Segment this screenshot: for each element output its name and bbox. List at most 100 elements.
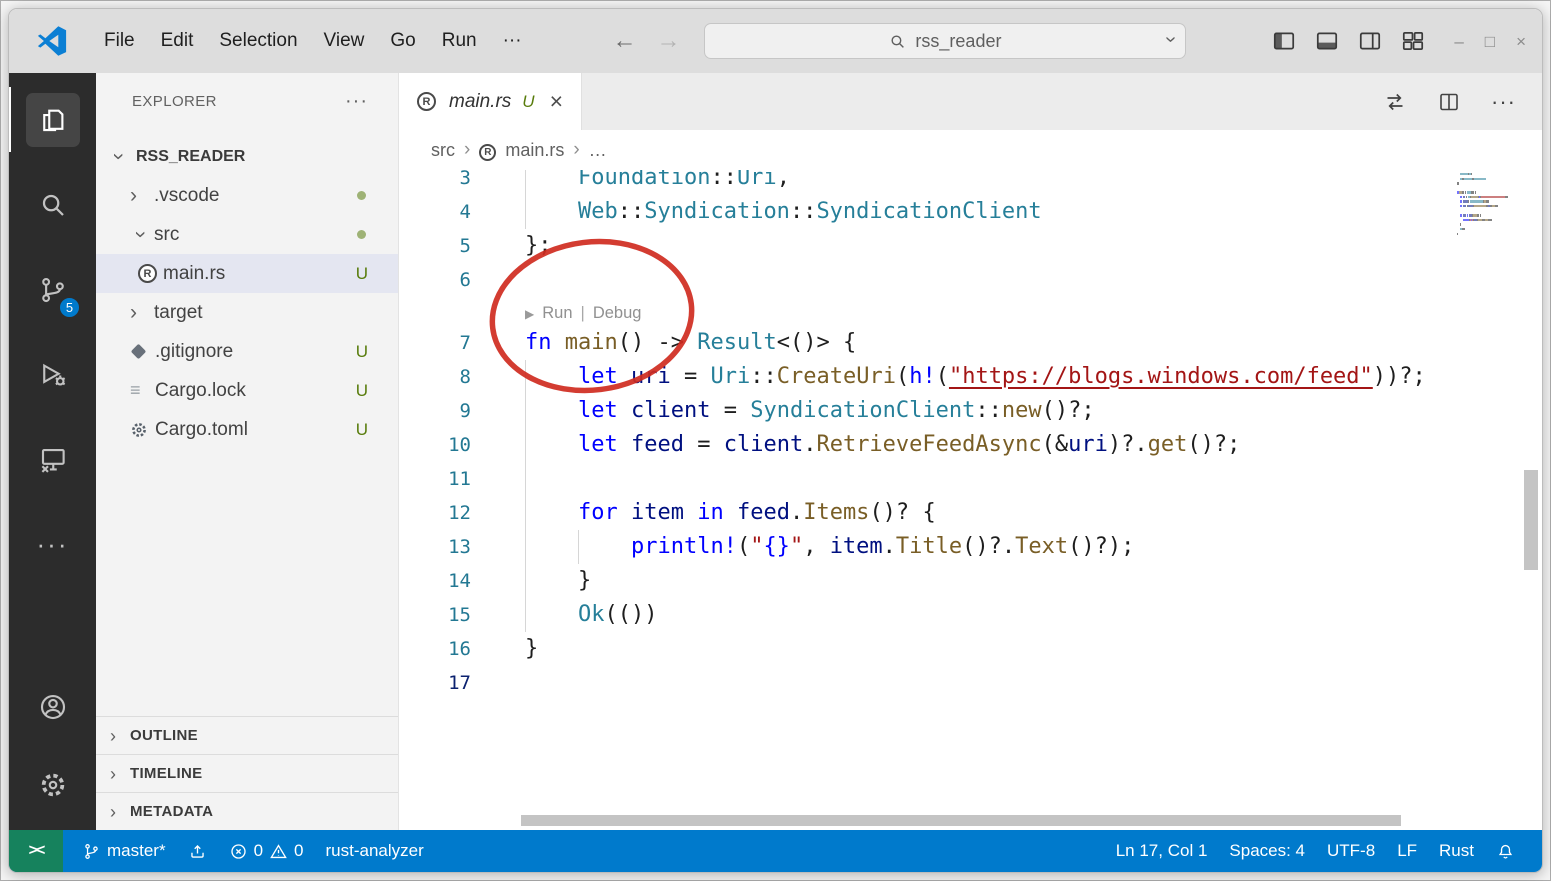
menu-run[interactable]: Run [429,24,490,58]
code-line-12[interactable]: 12 for item in feed.Items()? { [399,496,1542,530]
line-number[interactable]: 9 [399,394,471,428]
nav-back-icon[interactable]: ← [612,29,636,53]
horizontal-scrollbar-thumb[interactable] [521,815,1401,826]
line-number[interactable]: 5 [399,229,471,263]
tree-item-src[interactable]: › src [96,215,398,254]
line-number[interactable]: 10 [399,428,471,462]
code-line-7[interactable]: 7 fn main() -> Result<()> { [399,326,1542,360]
line-number[interactable]: 8 [399,360,471,394]
minimize-button[interactable]: – [1454,33,1463,50]
line-number[interactable]: 15 [399,598,471,632]
activity-search[interactable] [9,162,96,247]
line-number[interactable]: 11 [399,462,471,496]
language-mode[interactable]: Rust [1428,830,1485,872]
line-number[interactable]: 4 [399,195,471,229]
problems[interactable]: 00 [218,830,315,872]
run-play-icon[interactable]: ▶ [525,302,534,326]
line-number[interactable]: 3 [399,170,471,195]
ellipsis-icon[interactable]: ··· [1491,89,1516,115]
code-line-10[interactable]: 10 let feed = client.RetrieveFeedAsync(&… [399,428,1542,462]
layout-panel-icon[interactable] [1314,28,1340,54]
code-line-9[interactable]: 9 let client = SyndicationClient::new()?… [399,394,1542,428]
codelens-debug[interactable]: Debug [593,300,642,326]
tab-main-rs[interactable]: R main.rs U × [399,73,583,130]
codelens-row[interactable]: ▶ Run | Debug [399,297,1542,326]
line-number[interactable]: 17 [399,666,471,700]
tree-item--vscode[interactable]: › .vscode [96,176,398,215]
code-line-6[interactable]: 6 [399,263,1542,297]
rust-analyzer-status[interactable]: rust-analyzer [315,830,435,872]
code-editor[interactable]: 3 Foundation::Uri, 4 Web::Syndication::Sy… [399,170,1542,830]
close-icon[interactable]: × [550,90,563,113]
line-number[interactable]: 16 [399,632,471,666]
menu-more-icon[interactable]: ··· [490,24,535,58]
code-line-4[interactable]: 4 Web::Syndication::SyndicationClient [399,195,1542,229]
eol[interactable]: LF [1386,830,1428,872]
open-changes-icon[interactable] [1383,90,1407,114]
activity-more-views[interactable]: ··· [9,502,96,587]
tree-item-cargo-lock[interactable]: ≡ Cargo.lock U [96,371,398,410]
line-number[interactable]: 13 [399,530,471,564]
vertical-scrollbar-thumb[interactable] [1524,470,1538,570]
notifications[interactable] [1485,830,1526,872]
activity-run-and-debug[interactable] [9,332,96,417]
section-timeline[interactable]: › TIMELINE [96,754,398,792]
close-button[interactable]: × [1516,33,1526,50]
code-line-8[interactable]: 8 let uri = Uri::CreateUri(h!("https://b… [399,360,1542,394]
line-number[interactable] [399,297,471,326]
line-number[interactable]: 6 [399,263,471,297]
layout-sidebar-right-icon[interactable] [1357,28,1383,54]
code-line-13[interactable]: 13 println!("{}", item.Title()?.Text()?)… [399,530,1542,564]
menu-go[interactable]: Go [377,24,428,58]
account-icon [38,692,68,722]
section-metadata[interactable]: › METADATA [96,792,398,830]
command-center[interactable]: rss_reader › [704,23,1187,59]
code-line-11[interactable]: 11 [399,462,1542,496]
activity-accounts[interactable] [9,668,96,746]
section-outline[interactable]: › OUTLINE [96,716,398,754]
activity-explorer[interactable] [9,77,96,162]
tab-bar: R main.rs U × ··· [399,73,1542,130]
nav-forward-icon[interactable]: → [656,29,680,53]
menu-selection[interactable]: Selection [206,24,310,58]
activity-source-control[interactable]: 5 [9,247,96,332]
explorer-more-actions-icon[interactable]: ··· [345,90,368,113]
menu-view[interactable]: View [311,24,378,58]
layout-customize-icon[interactable] [1400,28,1426,54]
line-number[interactable]: 7 [399,326,471,360]
activity-remote-explorer[interactable] [9,417,96,502]
activity-settings[interactable] [9,746,96,824]
code-line-17[interactable]: 17 [399,666,1542,700]
remote-indicator[interactable]: >< [9,830,63,872]
chevron-down-icon[interactable]: › [1159,36,1182,43]
menu-file[interactable]: File [91,24,148,58]
tree-root[interactable]: › RSS_READER [96,137,398,176]
tree-item-cargo-toml[interactable]: Cargo.toml U [96,410,398,449]
menu-edit[interactable]: Edit [148,24,207,58]
code-line-5[interactable]: 5}; [399,229,1542,263]
split-editor-icon[interactable] [1437,90,1461,114]
breadcrumb-src[interactable]: src [431,140,455,161]
code-line-16[interactable]: 16} [399,632,1542,666]
code-line-3[interactable]: 3 Foundation::Uri, [399,170,1542,195]
cursor-position[interactable]: Ln 17, Col 1 [1105,830,1219,872]
code-line-14[interactable]: 14 } [399,564,1542,598]
tree-item--gitignore[interactable]: .gitignore U [96,332,398,371]
encoding[interactable]: UTF-8 [1316,830,1386,872]
layout-sidebar-icon[interactable] [1271,28,1297,54]
indentation[interactable]: Spaces: 4 [1218,830,1316,872]
tree-item-target[interactable]: › target [96,293,398,332]
tree-item-main-rs[interactable]: Rmain.rs U [96,254,398,293]
tree-item-label: target [154,301,203,323]
minimap[interactable] [1457,173,1515,242]
code-line-15[interactable]: 15 Ok(()) [399,598,1542,632]
indent-guide [525,360,526,394]
publish-changes[interactable] [177,830,218,872]
breadcrumb-symbol[interactable]: … [589,140,607,161]
maximize-button[interactable]: □ [1485,33,1495,50]
breadcrumb-file[interactable]: main.rs [505,140,564,161]
git-branch[interactable]: master* [71,830,177,872]
line-number[interactable]: 14 [399,564,471,598]
codelens-run[interactable]: Run [542,300,572,326]
line-number[interactable]: 12 [399,496,471,530]
